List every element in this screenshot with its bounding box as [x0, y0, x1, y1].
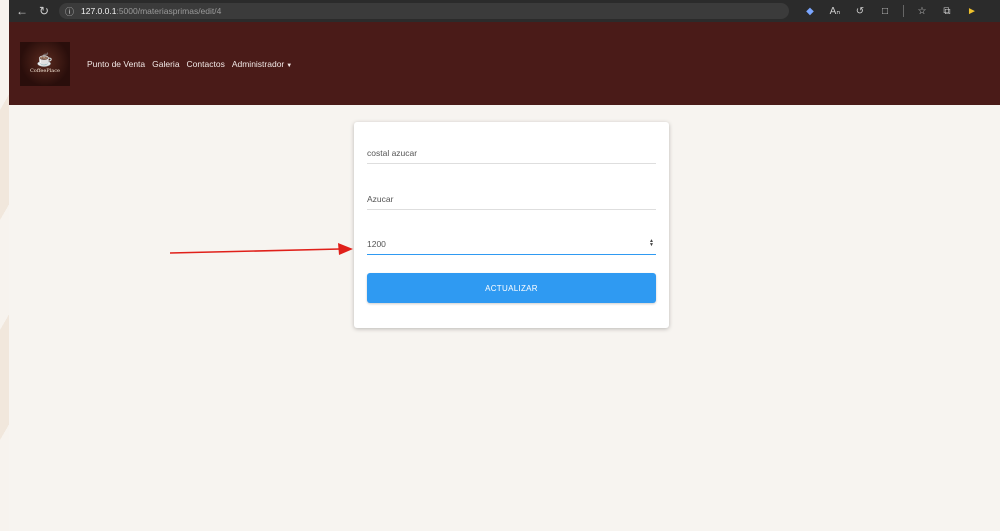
nav-link-galeria[interactable]: Galeria: [152, 59, 179, 69]
update-button[interactable]: ACTUALIZAR: [367, 273, 656, 303]
quantity-value: 1200: [367, 238, 386, 249]
arrow-head-icon: [338, 243, 353, 255]
nav-link-punto-de-venta[interactable]: Punto de Venta: [87, 59, 145, 69]
split-screen-icon[interactable]: □: [878, 6, 892, 17]
url-host: 127.0.0.1: [81, 6, 117, 16]
toolbar-divider: [903, 5, 904, 17]
quantity-field[interactable]: 1200 ▲ ▼: [367, 233, 656, 255]
brand-logo[interactable]: ☕ CoffeePlace: [20, 41, 70, 86]
browser-window: ← ↻ ⓘ 127.0.0.1 :5000/materiasprimas/edi…: [9, 0, 1000, 531]
annotation-arrow: [170, 243, 353, 255]
read-aloud-icon[interactable]: Aₙ: [828, 6, 842, 17]
arrow-shaft: [170, 248, 341, 254]
caret-down-icon: ▼: [286, 62, 293, 69]
tracking-icon[interactable]: ↺: [853, 6, 867, 17]
url-path: :5000/materiasprimas/edit/4: [116, 6, 222, 16]
edit-form-card: costal azucar Azucar 1200 ▲ ▼ ACTUALIZAR: [354, 122, 669, 328]
favorites-icon[interactable]: ☆: [915, 6, 929, 17]
name-value: costal azucar: [367, 147, 418, 158]
refresh-icon[interactable]: ↻: [35, 2, 53, 20]
logo-text: CoffeePlace: [29, 68, 60, 74]
site-info-icon[interactable]: ⓘ: [65, 5, 74, 18]
nav-menu: Punto de Venta Galeria Contactos Adminis…: [87, 59, 292, 69]
nav-link-contactos[interactable]: Contactos: [187, 59, 225, 69]
collections-icon[interactable]: ⧉: [940, 6, 954, 17]
number-spinner-icon[interactable]: ▲ ▼: [649, 239, 654, 248]
site-navbar: ☕ CoffeePlace Punto de Venta Galeria Con…: [9, 22, 1000, 105]
nav-link-administrador-label: Administrador: [231, 58, 285, 69]
name-field[interactable]: costal azucar: [367, 142, 656, 164]
ingredient-value: Azucar: [367, 193, 394, 204]
tag-icon[interactable]: ◆: [803, 6, 817, 17]
coffee-cup-icon: ☕: [36, 52, 54, 67]
address-bar[interactable]: ⓘ 127.0.0.1 :5000/materiasprimas/edit/4: [59, 3, 789, 19]
extension-icon[interactable]: ►: [965, 6, 979, 17]
browser-toolbar: ← ↻ ⓘ 127.0.0.1 :5000/materiasprimas/edi…: [9, 0, 1000, 22]
back-icon[interactable]: ←: [13, 2, 31, 20]
ingredient-field[interactable]: Azucar: [367, 188, 656, 210]
nav-link-administrador[interactable]: Administrador ▼: [232, 59, 292, 69]
